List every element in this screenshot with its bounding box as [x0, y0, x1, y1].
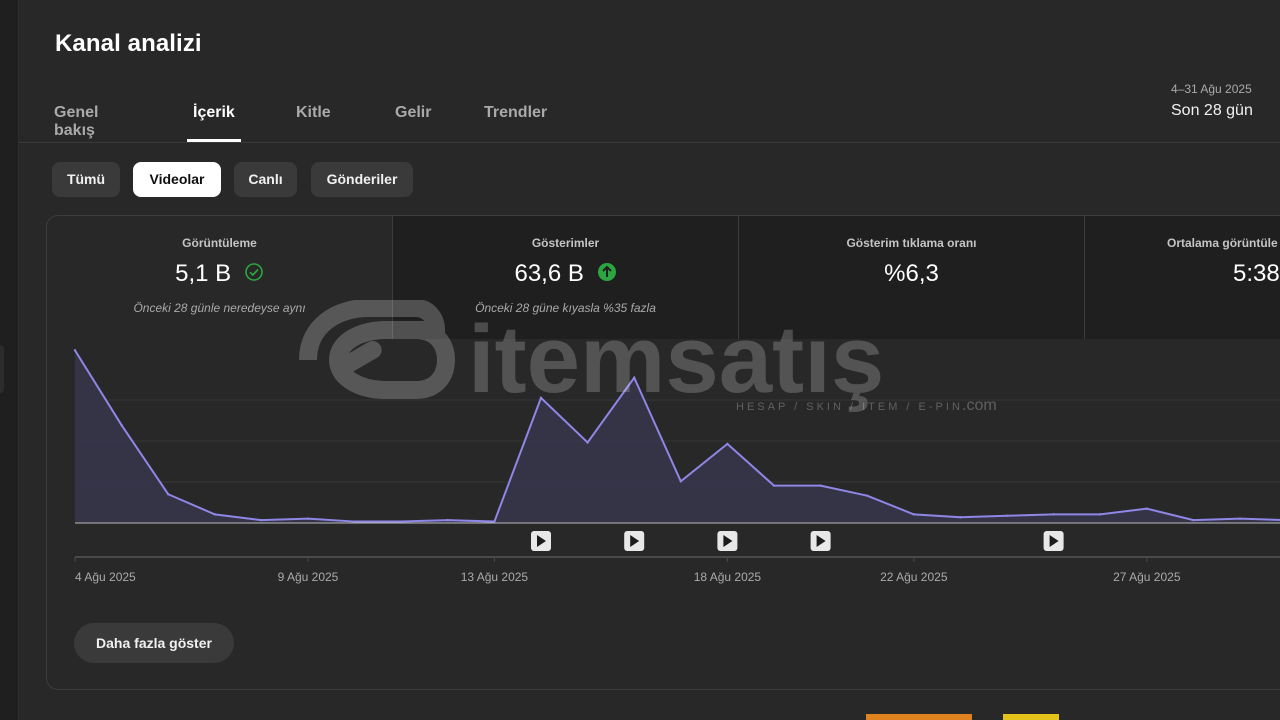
chart-point [586, 441, 589, 444]
chart-point [819, 484, 822, 487]
tab-revenue[interactable]: Gelir [395, 104, 431, 122]
chart-point [1238, 517, 1242, 520]
chart-point [539, 396, 543, 400]
filter-chip-posts[interactable]: Gönderiler [311, 162, 413, 197]
footer-image [1003, 714, 1059, 720]
chart-tick-label: 9 Ağu 2025 [278, 570, 339, 584]
chart-point [306, 517, 310, 520]
chart-point [167, 493, 170, 496]
chart-point [1099, 513, 1102, 516]
filter-chip-all[interactable]: Tümü [52, 162, 120, 197]
tabs-divider [19, 142, 1280, 143]
metrics-card: Görüntüleme 5,1 B Önceki 28 günle nerede… [46, 215, 1280, 690]
page-title: Kanal analizi [55, 30, 202, 57]
chart-point [726, 442, 729, 446]
chart-point [73, 349, 77, 352]
filter-chip-live[interactable]: Canlı [234, 162, 297, 197]
chart-point [1005, 514, 1009, 518]
chart-point [1145, 507, 1149, 510]
tab-overview[interactable]: Genel bakış [54, 104, 98, 140]
chart-point [400, 520, 403, 523]
chart-tick-label: 18 Ağu 2025 [694, 570, 762, 584]
chart-area: 4 Ağu 2025 9 Ağu 2025 13 Ağu 2025 18 Ağu 20… [73, 349, 1280, 584]
tab-trends[interactable]: Trendler [484, 104, 547, 122]
chart-point [353, 520, 356, 523]
chart-point [120, 423, 123, 427]
chart-point [959, 516, 962, 519]
chart-point [633, 376, 636, 379]
chart-tick-label: 4 Ağu 2025 [75, 570, 136, 584]
chart-tick-label: 22 Ağu 2025 [880, 570, 948, 584]
analytics-panel: Kanal analizi 4–31 Ağu 2025 Son 28 gün G… [19, 0, 1280, 720]
chart-point [260, 518, 263, 522]
chart-point [772, 484, 776, 487]
chart-area-fill [75, 350, 1280, 523]
chart-point [493, 520, 496, 523]
footer-image [866, 714, 972, 720]
chart-point [866, 494, 869, 497]
chart-tick-label: 13 Ağu 2025 [461, 570, 529, 584]
chart-tick-label: 27 Ağu 2025 [1113, 570, 1181, 584]
chart-point [1192, 518, 1195, 522]
filter-chip-videos[interactable]: Videolar [133, 162, 221, 197]
period-selector[interactable]: Son 28 gün [1171, 102, 1253, 120]
chart-point [446, 518, 449, 522]
sidebar-handle[interactable] [0, 345, 4, 393]
date-range: 4–31 Ağu 2025 [1171, 82, 1252, 96]
chart-point [679, 480, 682, 483]
tab-content[interactable]: İçerik [193, 104, 235, 122]
show-more-button[interactable]: Daha fazla göster [74, 623, 234, 663]
chart-point [912, 513, 915, 516]
tab-audience[interactable]: Kitle [296, 104, 331, 122]
chart-point [213, 513, 216, 516]
chart-point [1052, 513, 1055, 516]
